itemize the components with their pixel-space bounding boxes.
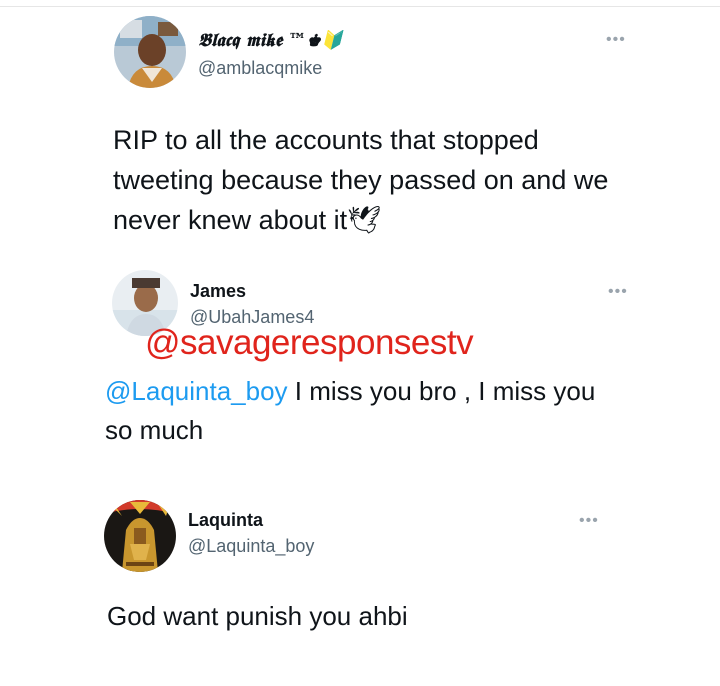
avatar[interactable]	[104, 500, 176, 572]
display-name[interactable]: Laquinta	[188, 510, 263, 531]
watermark: @savageresponsestv	[145, 323, 474, 362]
avatar-image	[104, 500, 176, 572]
display-name[interactable]: 𝕭𝖑𝖆𝖈𝖖 𝖒𝖎𝖐𝖊 ™♚🔰	[198, 30, 343, 51]
avatar[interactable]	[114, 16, 186, 88]
mention-link[interactable]: @Laquinta_boy	[105, 376, 288, 406]
avatar-image	[114, 16, 186, 88]
more-horizontal-icon[interactable]: •••	[606, 32, 626, 48]
top-divider	[0, 6, 720, 7]
tweet-text: @Laquinta_boy I miss you bro , I miss yo…	[105, 372, 625, 450]
tweet-text: RIP to all the accounts that stopped twe…	[113, 125, 609, 235]
more-horizontal-icon[interactable]: •••	[579, 513, 599, 529]
user-handle[interactable]: @amblacqmike	[198, 58, 322, 79]
more-horizontal-icon[interactable]: •••	[608, 284, 628, 300]
user-handle[interactable]: @Laquinta_boy	[188, 536, 314, 557]
tweet-text: God want punish you ahbi	[107, 601, 408, 631]
display-name[interactable]: James	[190, 281, 246, 302]
